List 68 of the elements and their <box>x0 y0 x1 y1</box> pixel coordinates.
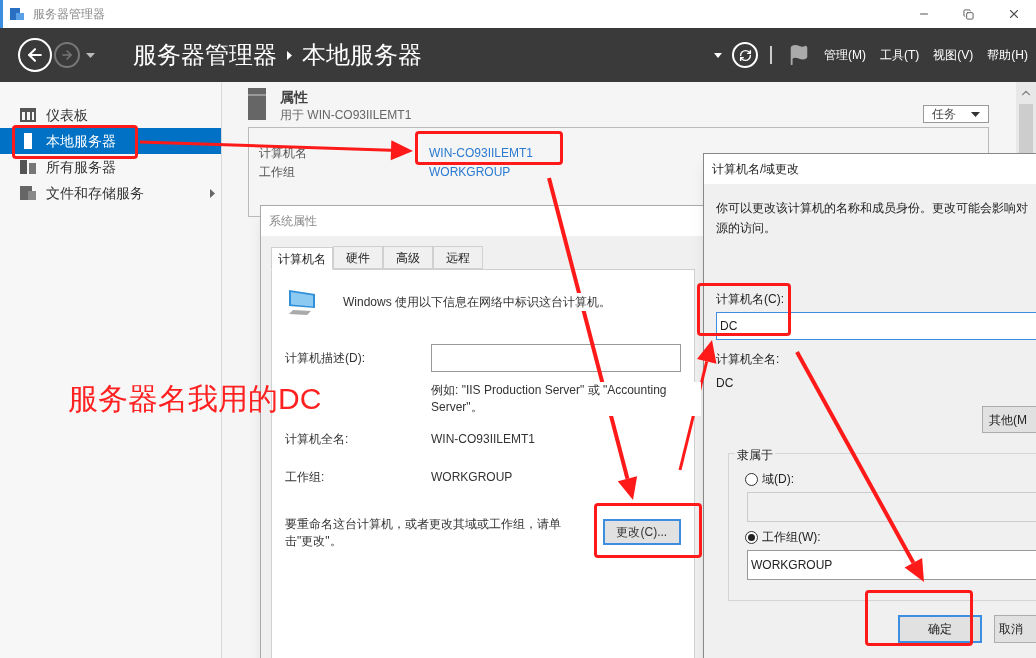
restore-icon <box>963 8 974 20</box>
section-subtitle: 用于 WIN-CO93IILEMT1 <box>280 107 412 124</box>
sidebar-item[interactable]: 本地服务器 <box>0 128 221 154</box>
hint-text: 例如: "IIS Production Server" 或 "Accounting Server"。 <box>431 382 701 416</box>
servers-icon <box>20 160 36 174</box>
field-label: 计算机名(C): <box>716 291 785 308</box>
storage-icon <box>20 186 36 200</box>
field-label: 计算机全名: <box>285 431 350 448</box>
sidebar-item[interactable]: 仪表板 <box>0 102 221 128</box>
group-title: 隶属于 <box>735 446 775 464</box>
property-link[interactable]: WIN-CO93IILEMT1 <box>429 144 679 163</box>
tab[interactable]: 远程 <box>433 246 483 269</box>
annotation-note: 服务器名我用的DC <box>68 381 322 417</box>
sidebar-item[interactable]: 所有服务器 <box>0 154 221 180</box>
field-value: WORKGROUP <box>431 469 513 486</box>
section-title: 属性 <box>280 88 309 106</box>
forward-arrow-icon <box>60 48 74 62</box>
menu-item[interactable]: 视图(V) <box>933 46 974 64</box>
property-label: 计算机名 <box>259 145 308 162</box>
caret-icon <box>971 111 980 117</box>
tab[interactable]: 高级 <box>383 246 433 269</box>
breadcrumb-item[interactable]: 本地服务器 <box>302 37 422 73</box>
field-value: WIN-CO93IILEMT1 <box>431 431 535 448</box>
intro-text: 源的访问。 <box>716 221 777 236</box>
window-title: 服务器管理器 <box>33 6 105 23</box>
tab[interactable]: 计算机名 <box>271 247 333 270</box>
sidebar-item[interactable]: 文件和存储服务 <box>0 180 221 206</box>
back-button[interactable] <box>18 38 52 72</box>
property-link[interactable]: WORKGROUP <box>429 163 679 182</box>
more-button[interactable]: 其他(M <box>982 406 1036 433</box>
radio-button[interactable] <box>745 530 758 544</box>
field-value: DC <box>716 375 735 392</box>
caret-icon[interactable] <box>714 52 722 58</box>
app-icon <box>9 6 25 22</box>
field-label: 计算机全名: <box>716 351 781 368</box>
dashboard-icon <box>20 108 36 122</box>
expand-arrow-icon[interactable] <box>210 188 215 198</box>
property-label: 工作组 <box>259 164 296 181</box>
menu-item[interactable]: 工具(T) <box>880 46 920 64</box>
breadcrumb-separator-icon <box>287 50 292 60</box>
menu-item[interactable]: 帮助(H) <box>987 46 1028 64</box>
radio-option[interactable]: 工作组(W): <box>745 528 1036 546</box>
dialog-title: 系统属性 <box>269 213 317 230</box>
notifications-flag-icon[interactable] <box>788 44 810 66</box>
caret-icon[interactable] <box>86 52 95 58</box>
intro-text: 你可以更改该计算机的名称和成员身份。更改可能会影响对 <box>716 201 1029 216</box>
tab[interactable]: 硬件 <box>333 246 383 269</box>
ok-button[interactable]: 确定 <box>898 615 982 643</box>
refresh-button[interactable] <box>732 42 758 68</box>
refresh-icon <box>738 48 752 62</box>
dialog-title: 计算机名/域更改 <box>712 161 800 178</box>
workgroup-field[interactable]: WORKGROUP <box>747 550 1036 580</box>
radio-option[interactable]: 域(D): <box>745 470 1036 488</box>
server-icon <box>248 88 266 120</box>
tasks-dropdown[interactable]: 任务 <box>923 105 989 123</box>
field-label: 计算机描述(D): <box>285 350 366 367</box>
field-label: 工作组: <box>285 469 326 486</box>
breadcrumb-item[interactable]: 服务器管理器 <box>133 37 277 73</box>
cancel-button[interactable]: 取消 <box>994 615 1036 643</box>
change-button[interactable]: 更改(C)... <box>602 519 681 545</box>
server-icon <box>24 133 32 149</box>
computer-name-field[interactable]: DC <box>716 312 1036 340</box>
forward-button[interactable] <box>54 42 80 68</box>
domain-field[interactable] <box>747 492 1036 522</box>
radio-button[interactable] <box>745 472 758 486</box>
menu-item[interactable]: 管理(M) <box>824 46 866 64</box>
description-field[interactable] <box>431 344 681 372</box>
instruction-text: 要重命名这台计算机，或者更改其域或工作组，请单击"更改"。 <box>285 516 562 550</box>
